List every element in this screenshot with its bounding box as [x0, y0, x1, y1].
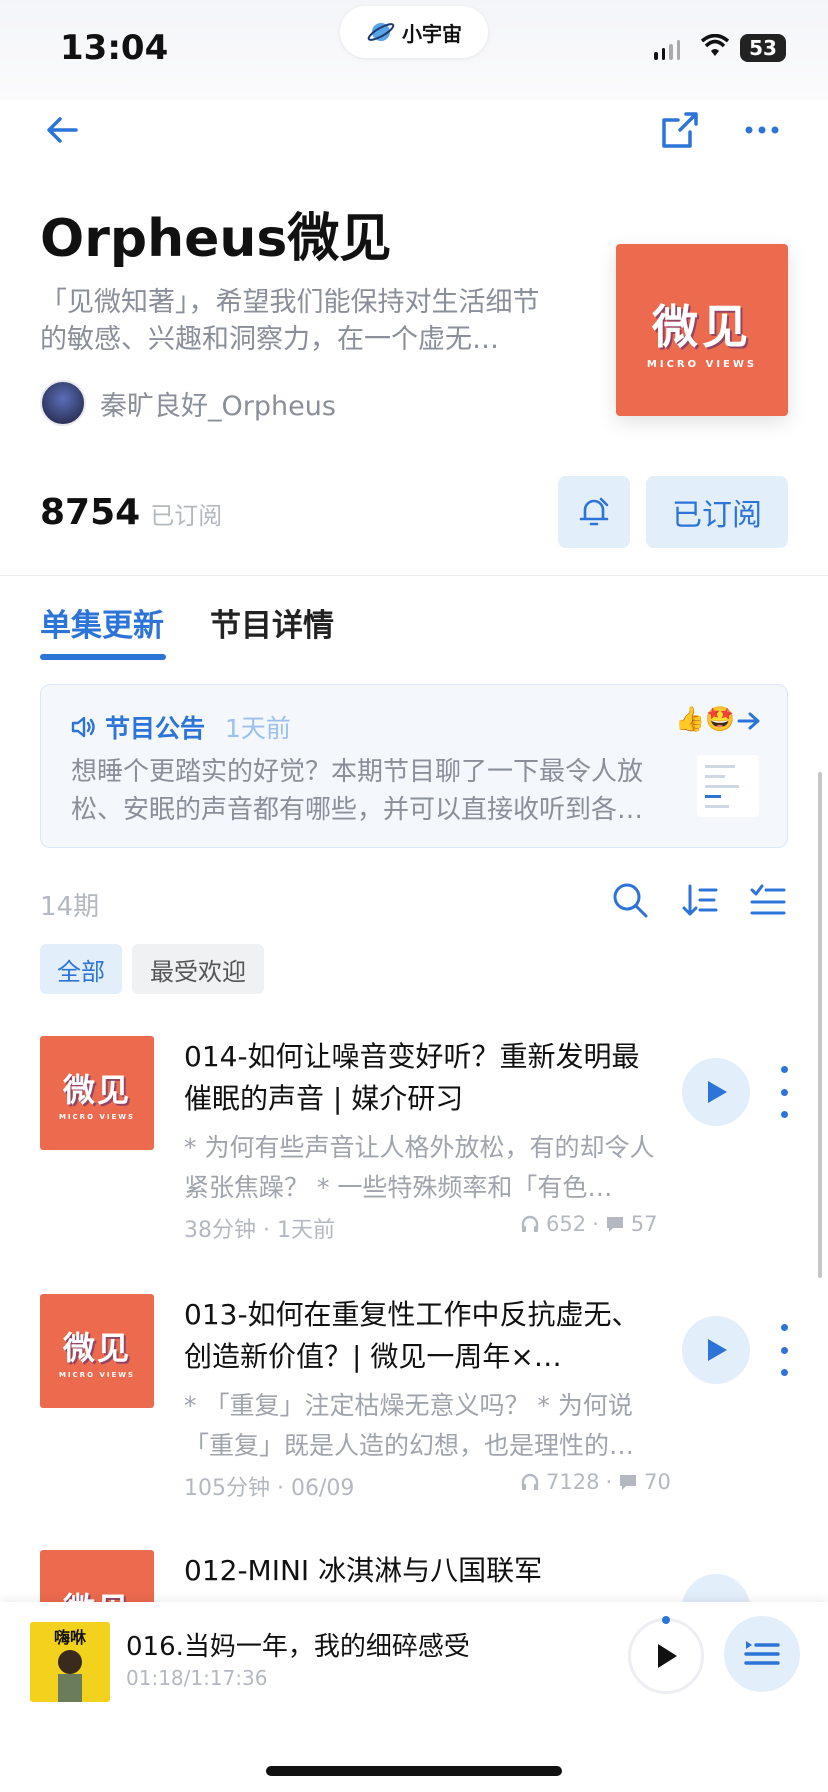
planet-icon: [367, 23, 395, 41]
app-pill-label: 小宇宙: [402, 21, 462, 46]
comment-icon: [620, 1475, 637, 1490]
share-icon[interactable]: [660, 110, 700, 150]
play-button[interactable]: [682, 1316, 750, 1384]
podcast-description[interactable]: 「见微知著」，希望我们能保持对生活细节的敏感、兴趣和洞察力，在一个虚无…: [40, 284, 560, 358]
document-thumbnail-icon: [705, 765, 739, 808]
subscribe-button[interactable]: 已订阅: [646, 476, 788, 548]
speaker-icon: [71, 716, 95, 738]
subscriber-label: 已订阅: [150, 502, 223, 530]
episode-stats: 652 · 57: [520, 1212, 658, 1236]
play-button[interactable]: [682, 1574, 750, 1602]
player-cover-label: 嗨咻: [53, 1628, 86, 1647]
playlist-button[interactable]: [724, 1616, 800, 1692]
player-time: 01:18/1:17:36: [126, 1666, 268, 1690]
player-title[interactable]: 016.当妈一年，我的细碎感受: [126, 1626, 470, 1663]
play-icon: [658, 1644, 677, 1668]
episode-item[interactable]: 微见 MICRO VIEWS 014-如何让噪音变好听？重新发明最催眠的声音 |…: [0, 1036, 828, 1292]
episode-item[interactable]: 微见 012-MINI 冰淇淋与八国联军: [0, 1550, 828, 1602]
episode-description: * 「重复」注定枯燥无意义吗？ * 为何说「重复」既是人造的幻想，也是理性的…: [184, 1391, 635, 1460]
episode-cover: 微见 MICRO VIEWS: [40, 1294, 154, 1408]
episode-title[interactable]: 012-MINI 冰淇淋与八国联军: [184, 1550, 664, 1592]
play-icon: [708, 1081, 727, 1103]
arrow-right-icon[interactable]: [737, 711, 761, 731]
wifi-icon: [700, 34, 730, 56]
episode-cover: 微见 MICRO VIEWS: [40, 1036, 154, 1150]
announcement-label: 节目公告: [105, 714, 206, 743]
divider: [0, 575, 828, 576]
battery-icon: 53: [740, 34, 786, 62]
headphones-icon: [521, 1215, 539, 1232]
episode-cover-title: 微见: [63, 1584, 131, 1602]
playlist-icon: [744, 1641, 780, 1665]
episode-cover: 微见: [40, 1550, 154, 1602]
signal-icon: [654, 40, 680, 60]
episode-cover-title: 微见: [62, 1071, 131, 1109]
search-icon[interactable]: [610, 880, 650, 920]
cover-subtitle: MICRO VIEWS: [646, 358, 758, 370]
episode-more-icon[interactable]: [778, 1066, 790, 1118]
multi-select-icon[interactable]: [748, 880, 788, 920]
status-time: 13:04: [60, 28, 169, 68]
episode-more-icon[interactable]: [778, 1324, 790, 1376]
podcast-cover[interactable]: 微见 MICRO VIEWS: [616, 244, 788, 416]
episode-title[interactable]: 014-如何让噪音变好听？重新发明最催眠的声音 | 媒介研习: [184, 1036, 664, 1120]
episode-meta: 38分钟 · 1天前: [184, 1218, 335, 1243]
episode-count: 14期: [40, 892, 100, 922]
announcement-card[interactable]: 节目公告 1天前 👍🤩 想睡个更踏实的好觉？本期节目聊了一下最令人放松、安眠的声…: [40, 684, 788, 848]
cover-title: 微见: [652, 299, 752, 354]
mini-player[interactable]: 嗨咻 016.当妈一年，我的细碎感受 01:18/1:17:36: [0, 1602, 828, 1792]
scrollbar[interactable]: [818, 772, 822, 1278]
tab-details[interactable]: 节目详情: [210, 600, 334, 645]
episode-cover-subtitle: MICRO VIEWS: [58, 1371, 136, 1379]
comment-count: 57: [630, 1212, 658, 1236]
episode-cover-subtitle: MICRO VIEWS: [58, 1113, 136, 1121]
podcast-title: Orpheus微见: [40, 209, 392, 269]
app-pill[interactable]: 小宇宙: [340, 6, 488, 58]
subscriber-count: 8754 已订阅: [40, 492, 222, 533]
announcement-header: 节目公告 1天前: [71, 709, 291, 745]
announcement-emoji: 👍🤩: [675, 705, 735, 733]
episode-stats: 7128 · 70: [520, 1470, 671, 1494]
notification-button[interactable]: [558, 476, 630, 548]
stats-separator: ·: [605, 1470, 613, 1494]
play-count: 7128: [546, 1470, 600, 1494]
player-play-button[interactable]: [628, 1618, 704, 1694]
announcement-time: 1天前: [225, 714, 291, 743]
author-name: 秦旷良好_Orpheus: [100, 390, 336, 422]
sort-icon[interactable]: [680, 880, 720, 920]
player-cover[interactable]: 嗨咻: [30, 1622, 110, 1702]
filter-popular[interactable]: 最受欢迎: [132, 944, 264, 994]
episode-description: * 为何有些声音让人格外放松，有的却令人紧张焦躁？ * 一些特殊频率和「有色…: [184, 1133, 655, 1202]
home-indicator: [266, 1766, 562, 1776]
bell-icon: [579, 497, 609, 526]
comment-icon: [606, 1217, 623, 1232]
status-bar: 13:04 小宇宙 53: [0, 0, 828, 100]
comment-count: 70: [644, 1470, 671, 1494]
stats-separator: ·: [592, 1212, 599, 1236]
episode-title[interactable]: 013-如何在重复性工作中反抗虚无、创造新价值？| 微见一周年×…: [184, 1294, 664, 1378]
author-row[interactable]: 秦旷良好_Orpheus: [40, 380, 336, 426]
back-arrow-icon[interactable]: [44, 112, 80, 148]
more-options-icon[interactable]: [744, 122, 780, 138]
play-count: 652: [546, 1212, 587, 1236]
announcement-text: 想睡个更踏实的好觉？本期节目聊了一下最令人放松、安眠的声音都有哪些，并可以直接收…: [71, 757, 644, 825]
play-icon: [708, 1339, 727, 1361]
tab-indicator: [40, 654, 166, 660]
episode-item[interactable]: 微见 MICRO VIEWS 013-如何在重复性工作中反抗虚无、创造新价值？|…: [0, 1294, 828, 1550]
headphones-icon: [521, 1473, 539, 1490]
subscriber-number: 8754: [40, 492, 141, 533]
play-button[interactable]: [682, 1058, 750, 1126]
episode-meta: 105分钟 · 06/09: [184, 1476, 355, 1501]
announcement-thumbnail: [697, 755, 759, 817]
tab-episodes[interactable]: 单集更新: [40, 600, 164, 645]
episode-cover-title: 微见: [62, 1329, 131, 1367]
author-avatar: [40, 380, 86, 426]
progress-dot: [662, 1616, 670, 1624]
filter-all[interactable]: 全部: [40, 944, 122, 994]
